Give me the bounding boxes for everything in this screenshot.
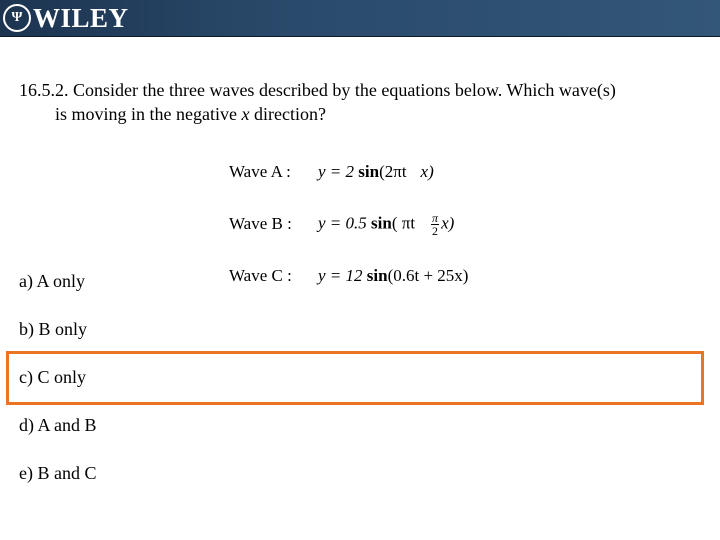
- option-e[interactable]: e) B and C: [19, 462, 97, 510]
- wave-equations: Wave A : y = 2 sin(2πt x) Wave B : y = 0.…: [229, 146, 468, 302]
- fraction: π2: [431, 210, 440, 238]
- option-b[interactable]: b) B only: [19, 318, 97, 366]
- equation-label: Wave C :: [229, 266, 292, 285]
- question-line-2: is moving in the negative x direction?: [55, 104, 326, 124]
- wiley-emblem-icon: Ψ: [3, 4, 31, 32]
- answer-options: a) A only b) B only c) C only d) A and B…: [19, 270, 97, 510]
- wiley-logo: Ψ WILEY: [3, 2, 129, 34]
- option-a[interactable]: a) A only: [19, 270, 97, 318]
- equation-formula: y = 2 sin(2πt x): [318, 162, 434, 181]
- logo-text: WILEY: [33, 2, 129, 33]
- equation-wave-c: Wave C : y = 12 sin(0.6t + 25x): [229, 250, 468, 302]
- question-line-1: 16.5.2. Consider the three waves describ…: [19, 80, 616, 100]
- equation-wave-a: Wave A : y = 2 sin(2πt x): [229, 146, 468, 198]
- equation-formula: y = 12 sin(0.6t + 25x): [318, 266, 469, 285]
- option-c[interactable]: c) C only: [19, 366, 97, 414]
- option-d[interactable]: d) A and B: [19, 414, 97, 462]
- equation-formula: y = 0.5 sin( πt π 2 x): [318, 210, 455, 238]
- equation-wave-b: Wave B : y = 0.5 sin( πt π 2 x): [229, 198, 468, 250]
- header-bar: Ψ WILEY: [0, 0, 720, 37]
- question-text: 16.5.2. Consider the three waves describ…: [19, 78, 709, 126]
- answer-highlight-box: [6, 351, 704, 405]
- equation-label: Wave B :: [229, 214, 292, 233]
- equation-label: Wave A :: [229, 162, 291, 181]
